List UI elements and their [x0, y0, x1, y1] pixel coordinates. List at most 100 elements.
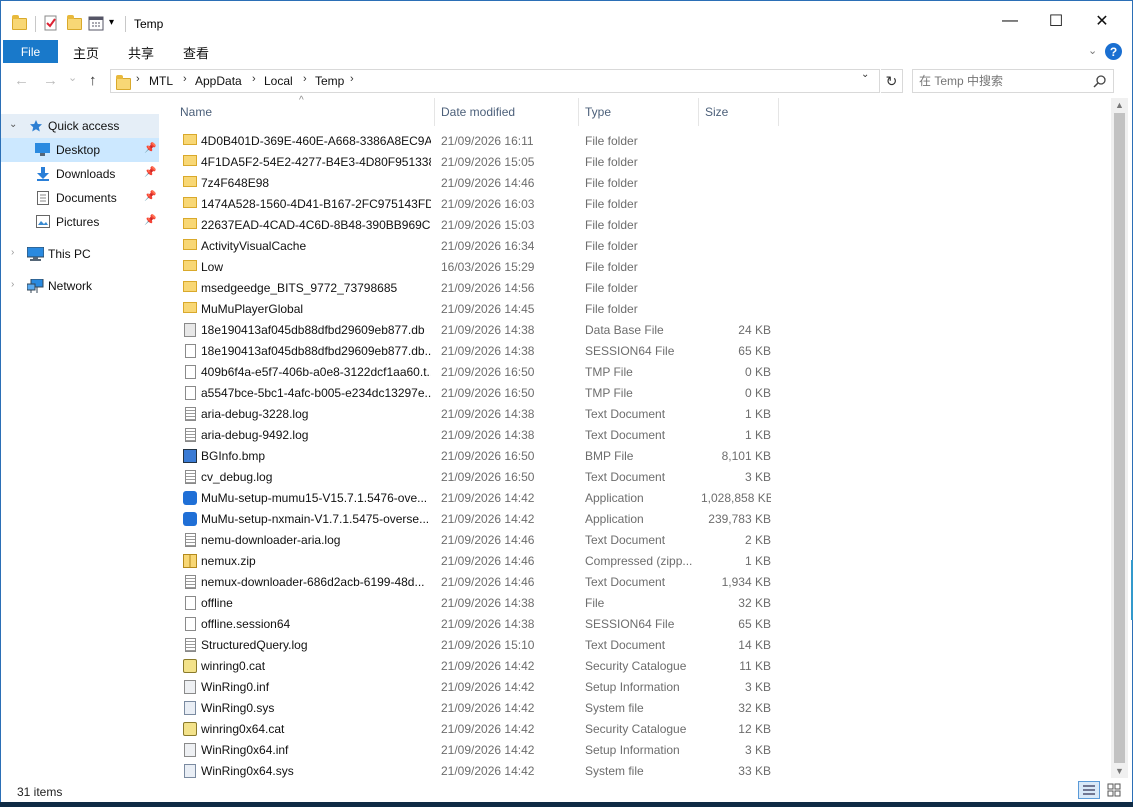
close-button[interactable]: ✕	[1079, 6, 1125, 36]
column-header-type[interactable]: Type	[579, 98, 699, 126]
table-row[interactable]: winring0x64.cat 21/09/2026 14:42 Security …	[161, 718, 1111, 739]
table-row[interactable]: offline.session64 21/09/2026 14:38 SESSION…	[161, 613, 1111, 634]
properties-check-icon[interactable]	[43, 15, 59, 31]
table-row[interactable]: msedgeedge_BITS_9772_73798685 21/09/2026 …	[161, 277, 1111, 298]
maximize-button[interactable]: ☐	[1033, 6, 1079, 36]
table-row[interactable]: 409b6f4a-e5f7-406b-a0e8-3122dcf1aa60.t..…	[161, 361, 1111, 382]
sidebar-item-quick-access[interactable]: ⌄ Quick access	[1, 114, 159, 138]
table-row[interactable]: WinRing0.sys 21/09/2026 14:42 System file 3…	[161, 697, 1111, 718]
file-name: nemux.zip	[201, 554, 256, 568]
file-size: 2 KB	[744, 533, 771, 547]
address-bar[interactable]: › MTL › AppData › Local › Temp ›	[110, 69, 880, 93]
table-row[interactable]: MuMu-setup-mumu15-V15.7.1.5476-ove... 21/…	[161, 487, 1111, 508]
breadcrumb-chevron-icon[interactable]: ›	[136, 73, 140, 85]
recent-locations-chevron-icon[interactable]: ⌄	[68, 71, 77, 84]
table-row[interactable]: ActivityVisualCache 21/09/2026 16:34 File …	[161, 235, 1111, 256]
breadcrumb-chevron-icon[interactable]: ›	[350, 73, 354, 85]
new-folder-icon[interactable]	[67, 15, 83, 31]
tab-file[interactable]: File	[3, 40, 58, 63]
table-row[interactable]: MuMuPlayerGlobal 21/09/2026 14:45 File fol…	[161, 298, 1111, 319]
file-type: File folder	[585, 239, 638, 253]
expand-chevron-icon[interactable]: ›	[11, 247, 14, 258]
table-row[interactable]: aria-debug-9492.log 21/09/2026 14:38 Text …	[161, 424, 1111, 445]
file-date: 21/09/2026 16:50	[441, 365, 535, 379]
scrollbar-thumb[interactable]	[1114, 113, 1125, 763]
sidebar-item-network[interactable]: › Network	[1, 274, 159, 298]
table-row[interactable]: cv_debug.log 21/09/2026 16:50 Text Documen…	[161, 466, 1111, 487]
file-type: File folder	[585, 197, 638, 211]
refresh-button[interactable]: ↻	[881, 69, 903, 93]
tab-share[interactable]: 共享	[128, 43, 154, 62]
column-header-date[interactable]: Date modified	[435, 98, 579, 126]
column-header-size[interactable]: Size	[699, 98, 779, 126]
sidebar-item-downloads[interactable]: Downloads 📌	[1, 162, 159, 186]
tab-home[interactable]: 主页	[73, 43, 99, 62]
table-row[interactable]: 7z4F648E98 21/09/2026 14:46 File folder	[161, 172, 1111, 193]
breadcrumb-temp[interactable]: Temp	[315, 74, 344, 88]
breadcrumb-chevron-icon[interactable]: ›	[252, 73, 256, 85]
table-row[interactable]: Low 16/03/2026 15:29 File folder	[161, 256, 1111, 277]
file-size: 33 KB	[738, 764, 771, 778]
scroll-up-icon[interactable]: ▲	[1115, 100, 1124, 110]
column-header-name[interactable]: Name	[161, 98, 435, 126]
search-box[interactable]	[912, 69, 1114, 93]
file-name: BGInfo.bmp	[201, 449, 266, 463]
pin-icon[interactable]: 📌	[144, 191, 156, 202]
table-row[interactable]: 4F1DA5F2-54E2-4277-B4E3-4D80F951338D 21/0…	[161, 151, 1111, 172]
table-row[interactable]: 4D0B401D-369E-460E-A668-3386A8EC9A40 21/0…	[161, 130, 1111, 151]
details-view-icon[interactable]	[1078, 781, 1100, 799]
sidebar-item-desktop[interactable]: Desktop 📌	[1, 138, 159, 162]
vertical-scrollbar[interactable]: ▲ ▼	[1111, 98, 1128, 778]
up-arrow-icon[interactable]: ↑	[89, 72, 97, 89]
table-row[interactable]: offline 21/09/2026 14:38 File 32 KB	[161, 592, 1111, 613]
calendar-icon[interactable]	[88, 15, 104, 31]
search-icon[interactable]	[1093, 74, 1107, 88]
pin-icon[interactable]: 📌	[144, 215, 156, 226]
expand-ribbon-chevron-icon[interactable]: ⌄	[1088, 44, 1097, 57]
sidebar-item-documents[interactable]: Documents 📌	[1, 186, 159, 210]
table-row[interactable]: 1474A528-1560-4D41-B167-2FC975143FD4 21/0…	[161, 193, 1111, 214]
breadcrumb-mtl[interactable]: MTL	[149, 74, 173, 88]
pin-icon[interactable]: 📌	[144, 143, 156, 154]
table-row[interactable]: nemux-downloader-686d2acb-6199-48d... 21/…	[161, 571, 1111, 592]
table-row[interactable]: MuMu-setup-nxmain-V1.7.1.5475-overse... 2…	[161, 508, 1111, 529]
table-row[interactable]: StructuredQuery.log 21/09/2026 15:10 Text …	[161, 634, 1111, 655]
table-row[interactable]: nemux.zip 21/09/2026 14:46 Compressed (zip…	[161, 550, 1111, 571]
file-name: winring0.cat	[201, 659, 266, 673]
search-input[interactable]	[919, 73, 1089, 89]
table-row[interactable]: winring0.cat 21/09/2026 14:42 Security Cat…	[161, 655, 1111, 676]
customize-toolbar-chevron-icon[interactable]: ▾	[109, 17, 125, 33]
minimize-button[interactable]: —	[987, 6, 1033, 36]
file-name: 18e190413af045db88dfbd29609eb877.db....	[201, 344, 431, 358]
tab-view[interactable]: 查看	[183, 43, 209, 62]
scroll-down-icon[interactable]: ▼	[1115, 766, 1124, 776]
sidebar-item-pictures[interactable]: Pictures 📌	[1, 210, 159, 234]
collapse-chevron-icon[interactable]: ⌄	[9, 119, 17, 130]
breadcrumb-appdata[interactable]: AppData	[195, 74, 242, 88]
table-row[interactable]: BGInfo.bmp 21/09/2026 16:50 BMP File 8,101 …	[161, 445, 1111, 466]
breadcrumb-chevron-icon[interactable]: ›	[303, 73, 307, 85]
app-file-icon	[183, 491, 197, 505]
table-row[interactable]: WinRing0.inf 21/09/2026 14:42 Setup Inform…	[161, 676, 1111, 697]
table-row[interactable]: 18e190413af045db88dfbd29609eb877.db.... 2…	[161, 340, 1111, 361]
file-date: 21/09/2026 14:42	[441, 701, 535, 715]
sidebar-item-this-pc[interactable]: › This PC	[1, 242, 159, 266]
table-row[interactable]: aria-debug-3228.log 21/09/2026 14:38 Text …	[161, 403, 1111, 424]
address-history-chevron-icon[interactable]: ⌄	[861, 69, 869, 80]
file-size: 239,783 KB	[708, 512, 771, 526]
table-row[interactable]: a5547bce-5bc1-4afc-b005-e234dc13297e....…	[161, 382, 1111, 403]
doc-file-icon	[185, 596, 196, 610]
back-arrow-icon[interactable]: ←	[14, 72, 29, 89]
help-icon[interactable]: ?	[1105, 43, 1122, 60]
large-icons-view-icon[interactable]	[1103, 781, 1125, 799]
breadcrumb-local[interactable]: Local	[264, 74, 293, 88]
table-row[interactable]: 18e190413af045db88dfbd29609eb877.db 21/09…	[161, 319, 1111, 340]
file-size: 11 KB	[739, 659, 771, 673]
expand-chevron-icon[interactable]: ›	[11, 279, 14, 290]
table-row[interactable]: WinRing0x64.inf 21/09/2026 14:42 Setup Inf…	[161, 739, 1111, 760]
table-row[interactable]: 22637EAD-4CAD-4C6D-8B48-390BB969C... 21/0…	[161, 214, 1111, 235]
breadcrumb-chevron-icon[interactable]: ›	[183, 73, 187, 85]
table-row[interactable]: nemu-downloader-aria.log 21/09/2026 14:46…	[161, 529, 1111, 550]
pin-icon[interactable]: 📌	[144, 167, 156, 178]
forward-arrow-icon[interactable]: →	[43, 72, 58, 89]
